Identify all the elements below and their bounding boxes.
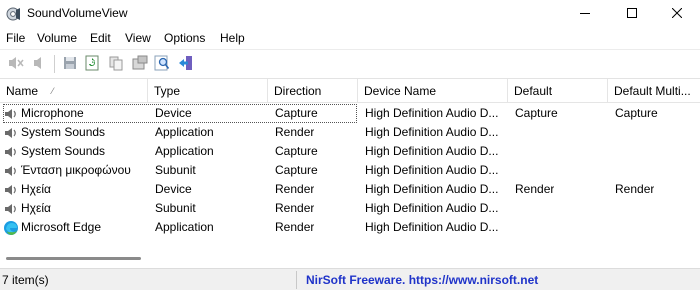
column-header-direction[interactable]: Direction	[268, 79, 358, 103]
cell-default: Capture	[515, 106, 558, 120]
window-title: SoundVolumeView	[27, 6, 128, 20]
cell-direction: Capture	[275, 144, 318, 158]
cell-type: Subunit	[155, 163, 196, 177]
cell-device-name: High Definition Audio D...	[365, 144, 499, 158]
table-row[interactable]: Microphone Device Capture High Definitio…	[0, 104, 700, 123]
status-bar: 7 item(s) NirSoft Freeware. https://www.…	[0, 268, 700, 290]
mute-button[interactable]	[6, 54, 26, 74]
cell-default-multimedia: Render	[615, 182, 655, 196]
column-header-device-name[interactable]: Device Name	[358, 79, 508, 103]
unmute-button[interactable]	[30, 54, 50, 74]
speaker-icon	[3, 106, 19, 122]
table-header: Name ⁄ Type Direction Device Name Defaul…	[0, 79, 700, 103]
save-button[interactable]	[60, 54, 80, 74]
table-row[interactable]: Ένταση μικροφώνου Subunit Capture High D…	[0, 161, 700, 180]
menu-volume[interactable]: Volume	[37, 31, 77, 45]
properties-button[interactable]	[130, 54, 150, 74]
cell-direction: Render	[275, 182, 315, 196]
copy-button[interactable]	[106, 54, 126, 74]
minimize-icon	[580, 7, 590, 21]
edge-icon	[3, 220, 19, 236]
table-row[interactable]: Ηχεία Subunit Render High Definition Aud…	[0, 199, 700, 218]
cell-device-name: High Definition Audio D...	[365, 163, 499, 177]
refresh-button[interactable]	[82, 54, 102, 74]
menu-file[interactable]: File	[6, 31, 25, 45]
speaker-icon	[3, 163, 19, 179]
properties-icon	[132, 55, 148, 74]
title-bar: SoundVolumeView	[0, 0, 700, 28]
cell-device-name: High Definition Audio D...	[365, 201, 499, 215]
toolbar-separator	[54, 55, 55, 73]
cell-name: System Sounds	[21, 144, 106, 158]
cell-type: Application	[155, 144, 214, 158]
copy-icon	[108, 55, 124, 74]
menu-options[interactable]: Options	[164, 31, 205, 45]
cell-name: System Sounds	[21, 125, 106, 139]
status-divider	[296, 271, 297, 289]
table-row[interactable]: System Sounds Application Capture High D…	[0, 142, 700, 161]
cell-direction: Render	[275, 220, 315, 234]
column-header-name[interactable]: Name ⁄	[0, 79, 148, 103]
cell-name: Microsoft Edge	[21, 220, 102, 234]
close-icon	[671, 7, 683, 21]
cell-type: Application	[155, 220, 214, 234]
cell-name: Microphone	[21, 106, 84, 120]
maximize-button[interactable]	[609, 0, 655, 28]
speaker-gear-icon	[6, 6, 22, 22]
cell-direction: Render	[275, 201, 315, 215]
cell-direction: Capture	[275, 106, 318, 120]
minimize-button[interactable]	[562, 0, 608, 28]
maximize-icon	[627, 7, 637, 21]
column-header-name-label: Name	[6, 84, 39, 98]
cell-type: Device	[155, 182, 192, 196]
cell-default: Render	[515, 182, 555, 196]
item-count: 7 item(s)	[2, 273, 49, 287]
cell-name: Ηχεία	[21, 182, 51, 196]
menu-bar: File Volume Edit View Options Help	[0, 28, 700, 48]
cell-default-multimedia: Capture	[615, 106, 658, 120]
speaker-icon	[3, 182, 19, 198]
column-header-type[interactable]: Type	[148, 79, 268, 103]
cell-device-name: High Definition Audio D...	[365, 182, 499, 196]
refresh-icon	[84, 55, 100, 74]
nirsoft-link[interactable]: NirSoft Freeware. https://www.nirsoft.ne…	[306, 269, 538, 290]
menu-help[interactable]: Help	[220, 31, 245, 45]
find-button[interactable]	[152, 54, 172, 74]
sort-indicator: ⁄	[52, 86, 54, 96]
sound-items-table[interactable]: Name ⁄ Type Direction Device Name Defaul…	[0, 78, 700, 260]
cell-direction: Capture	[275, 163, 318, 177]
table-row[interactable]: Microsoft Edge Application Render High D…	[0, 218, 700, 237]
cell-name: Ηχεία	[21, 201, 51, 215]
cell-type: Application	[155, 125, 214, 139]
speaker-icon	[3, 201, 19, 217]
horizontal-scrollbar[interactable]	[0, 252, 700, 264]
speaker-icon	[3, 144, 19, 160]
menu-edit[interactable]: Edit	[90, 31, 111, 45]
save-icon	[62, 55, 78, 74]
cell-type: Device	[155, 106, 192, 120]
cell-device-name: High Definition Audio D...	[365, 125, 499, 139]
mute-icon	[7, 55, 25, 74]
find-icon	[154, 55, 170, 74]
exit-button[interactable]	[176, 54, 196, 74]
close-button[interactable]	[654, 0, 700, 28]
exit-icon	[178, 55, 194, 74]
speaker-icon	[3, 125, 19, 141]
table-row[interactable]: Ηχεία Device Render High Definition Audi…	[0, 180, 700, 199]
cell-device-name: High Definition Audio D...	[365, 220, 499, 234]
cell-type: Subunit	[155, 201, 196, 215]
cell-name: Ένταση μικροφώνου	[21, 163, 131, 177]
cell-direction: Render	[275, 125, 315, 139]
column-header-default[interactable]: Default	[508, 79, 608, 103]
unmute-icon	[32, 55, 48, 74]
toolbar	[0, 49, 700, 77]
column-header-default-multimedia[interactable]: Default Multi...	[608, 79, 700, 103]
table-row[interactable]: System Sounds Application Render High De…	[0, 123, 700, 142]
scrollbar-thumb[interactable]	[6, 257, 141, 260]
cell-device-name: High Definition Audio D...	[365, 106, 499, 120]
menu-view[interactable]: View	[125, 31, 151, 45]
